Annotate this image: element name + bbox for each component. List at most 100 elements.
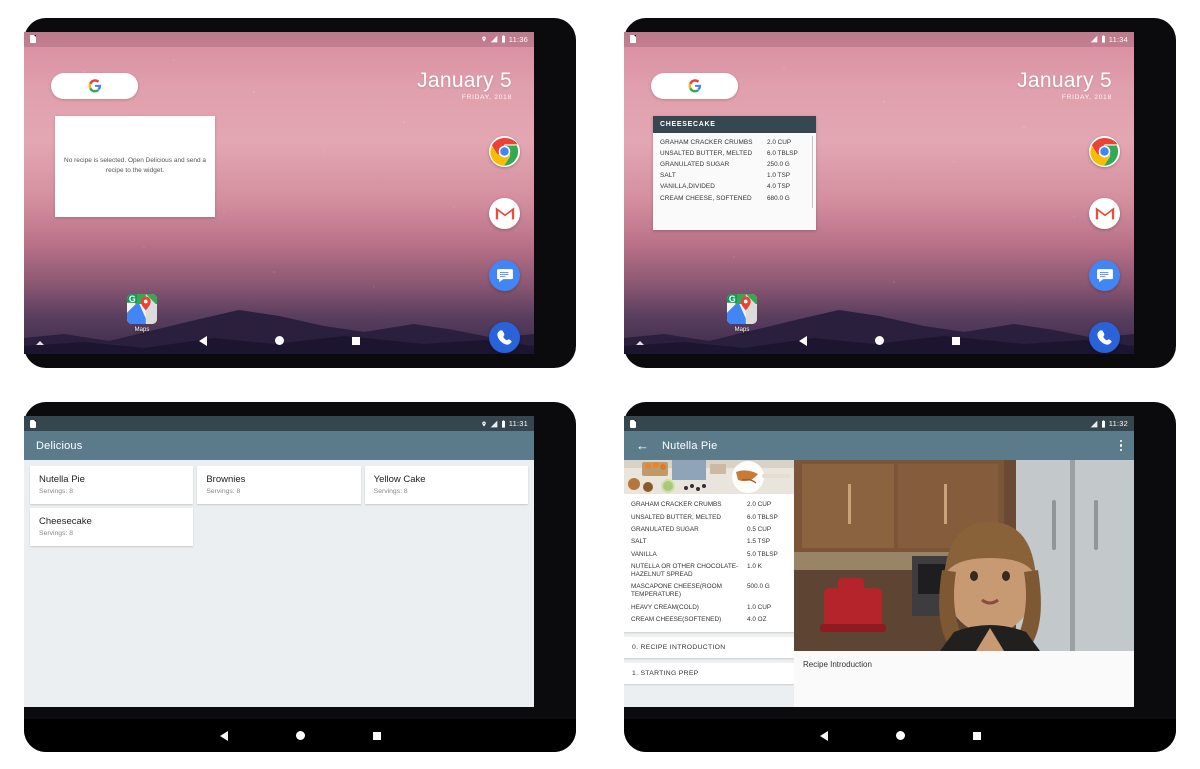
- recipe-title: Nutella Pie: [39, 474, 85, 485]
- back-arrow-icon[interactable]: ←: [636, 439, 649, 452]
- tablet-cell-recipe-list: 11:31 Delicious Nutella Pie Servings: 8 …: [0, 385, 600, 769]
- statusbar-home-empty: 11:36: [24, 31, 534, 47]
- ingredient-name: VANILLA,DIVIDED: [660, 183, 716, 191]
- widget-scrollbar[interactable]: [811, 135, 813, 208]
- recipe-title: Yellow Cake: [373, 474, 426, 485]
- recipe-card[interactable]: Cheesecake Servings: 8: [30, 508, 194, 546]
- delicious-widget-empty[interactable]: No recipe is selected. Open Delicious an…: [55, 115, 215, 217]
- home-icon[interactable]: [274, 336, 284, 345]
- home-app-icon-column: [489, 135, 520, 353]
- location-pin-icon: [482, 36, 486, 42]
- delicious-widget-recipe[interactable]: CHEESECAKE GRAHAM CRACKER CRUMBS 2.0 CUP…: [653, 115, 816, 230]
- ingredient-row: GRANULATED SUGAR 0.5 CUP: [631, 524, 787, 536]
- clock-date: January 5: [1017, 68, 1112, 92]
- widget-ingredient-row: UNSALTED BUTTER, MELTED 6.0 TBLSP: [660, 148, 809, 159]
- recipe-detail-title: Nutella Pie: [662, 439, 718, 452]
- statusbar-time: 11:32: [1108, 419, 1128, 428]
- back-icon[interactable]: [819, 730, 828, 741]
- statusbar-left-3: [30, 419, 36, 428]
- statusbar-time: 11:34: [1108, 34, 1128, 44]
- google-maps-icon: G: [727, 293, 757, 324]
- overflow-menu-icon[interactable]: [1119, 439, 1122, 452]
- recipe-video-player[interactable]: [794, 460, 1134, 651]
- back-icon[interactable]: [798, 335, 807, 346]
- statusbar-right-2: 11:34: [1090, 35, 1128, 44]
- recipe-servings: Servings: 8: [39, 530, 74, 537]
- recents-icon[interactable]: [972, 731, 981, 740]
- widget-ingredient-row: CREAM CHEESE, SOFTENED 680.0 G: [660, 192, 809, 203]
- recipe-hero-image: [624, 460, 794, 494]
- navigation-bar-home-empty: [24, 328, 534, 354]
- ingredient-qty: 5.0 TBLSP: [747, 550, 778, 558]
- widget-ingredient-row: VANILLA,DIVIDED 4.0 TSP: [660, 181, 809, 192]
- recipe-card[interactable]: Brownies Servings: 8: [197, 466, 361, 504]
- detail-left-pane: GRAHAM CRACKER CRUMBS 2.0 CUP UNSALTED B…: [624, 460, 794, 707]
- messages-icon[interactable]: [489, 259, 520, 291]
- home-icon[interactable]: [295, 731, 305, 740]
- sim-card-icon: [30, 419, 36, 428]
- ingredient-name: NUTELLA OR OTHER CHOCOLATE-HAZELNUT SPRE…: [631, 563, 739, 579]
- ingredient-qty: 1.5 TSP: [747, 538, 770, 546]
- widget-ingredient-row: GRAHAM CRACKER CRUMBS 2.0 CUP: [660, 137, 809, 148]
- recents-icon[interactable]: [372, 731, 381, 740]
- google-maps-icon: G: [127, 293, 157, 324]
- home-clock-widget-2[interactable]: January 5 FRIDAY, 2018: [1017, 68, 1112, 101]
- home-icon[interactable]: [874, 336, 884, 345]
- navigation-bar-list: [24, 719, 576, 752]
- tablet-screen-home-recipe: 11:34 January 5 FRIDAY, 2018 CHEESECAKE …: [624, 31, 1134, 354]
- tablet-screen-recipe-list: 11:31 Delicious Nutella Pie Servings: 8 …: [24, 416, 534, 707]
- statusbar-right-4: 11:32: [1090, 419, 1128, 428]
- recipe-title: Cheesecake: [39, 516, 92, 527]
- statusbar-time: 11:31: [508, 419, 528, 428]
- ingredient-qty: 500.0 G: [747, 583, 770, 591]
- recipe-servings: Servings: 8: [206, 488, 241, 495]
- delicious-list-screen: 11:31 Delicious Nutella Pie Servings: 8 …: [24, 416, 534, 707]
- recents-icon[interactable]: [951, 336, 960, 345]
- ingredient-row: UNSALTED BUTTER, MELTED 6.0 TBLSP: [631, 511, 787, 523]
- tablet-screenshot-grid: 11:36 January 5 FRIDAY, 2018 No recipe i…: [0, 0, 1200, 769]
- app-drawer-chevron-icon[interactable]: [36, 340, 44, 345]
- google-search-widget-2[interactable]: [651, 72, 738, 99]
- ingredient-qty: 2.0 CUP: [747, 501, 772, 509]
- tablet-frame-recipe-list: 11:31 Delicious Nutella Pie Servings: 8 …: [24, 402, 576, 752]
- recipe-step-item[interactable]: 0. RECIPE INTRODUCTION: [624, 637, 794, 659]
- gmail-icon[interactable]: [489, 197, 520, 229]
- ingredient-name: HEAVY CREAM(COLD): [631, 603, 699, 611]
- battery-icon: [501, 35, 505, 43]
- chrome-icon[interactable]: [1089, 135, 1120, 167]
- google-search-widget[interactable]: [51, 72, 138, 99]
- home-app-icon-column-2: [1089, 135, 1120, 353]
- back-icon[interactable]: [198, 335, 207, 346]
- home-icon[interactable]: [895, 731, 905, 740]
- ingredient-qty: 1.0 K: [747, 563, 762, 571]
- ingredient-row: SALT 1.5 TSP: [631, 536, 787, 548]
- ingredient-row: GRAHAM CRACKER CRUMBS 2.0 CUP: [631, 499, 787, 511]
- home-clock-widget[interactable]: January 5 FRIDAY, 2018: [417, 68, 512, 101]
- widget-empty-message: No recipe is selected. Open Delicious an…: [64, 156, 206, 174]
- sim-card-icon: [630, 35, 636, 43]
- ingredient-name: GRAHAM CRACKER CRUMBS: [631, 501, 722, 509]
- recents-icon[interactable]: [351, 336, 360, 345]
- tablet-screen-home-empty: 11:36 January 5 FRIDAY, 2018 No recipe i…: [24, 31, 534, 354]
- widget-ingredient-list[interactable]: GRAHAM CRACKER CRUMBS 2.0 CUP UNSALTED B…: [653, 133, 816, 208]
- battery-icon: [1101, 419, 1105, 428]
- svg-text:G: G: [729, 294, 736, 304]
- battery-icon: [1101, 35, 1105, 43]
- recipe-card[interactable]: Yellow Cake Servings: 8: [364, 466, 528, 504]
- chrome-icon[interactable]: [489, 135, 520, 167]
- ingredient-name: CREAM CHEESE, SOFTENED: [660, 194, 752, 202]
- recipe-step-item[interactable]: 1. STARTING PREP: [624, 663, 794, 685]
- recipe-servings: Servings: 8: [39, 488, 74, 495]
- sim-card-icon: [30, 35, 36, 43]
- clock-date: January 5: [417, 68, 512, 92]
- recipe-card[interactable]: Nutella Pie Servings: 8: [30, 466, 194, 504]
- ingredient-card: GRAHAM CRACKER CRUMBS 2.0 CUP UNSALTED B…: [624, 494, 794, 633]
- messages-icon[interactable]: [1089, 259, 1120, 291]
- gmail-icon[interactable]: [1089, 197, 1120, 229]
- back-icon[interactable]: [219, 730, 228, 741]
- tablet-screen-recipe-detail: 11:32 ← Nutella Pie GRAHAM CRACKER CRUMB…: [624, 416, 1134, 707]
- ingredient-qty: 1.0 TSP: [767, 172, 790, 180]
- app-drawer-chevron-icon[interactable]: [636, 340, 644, 345]
- ingredient-row: VANILLA 5.0 TBLSP: [631, 549, 787, 561]
- widget-ingredient-row: SALT 1.0 TSP: [660, 170, 809, 181]
